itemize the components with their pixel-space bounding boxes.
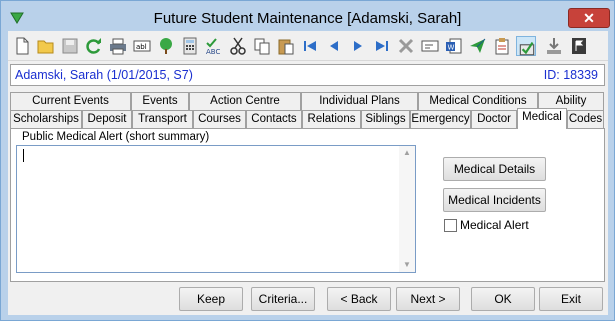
clipboard-icon[interactable] bbox=[492, 36, 512, 56]
label-icon[interactable]: abl bbox=[132, 36, 152, 56]
tab-deposit[interactable]: Deposit bbox=[82, 110, 132, 128]
tree-icon[interactable] bbox=[156, 36, 176, 56]
client-area: abl ABC W Adamski, Sarah (1/01/2015, S7)… bbox=[8, 31, 608, 315]
tab-row-bottom: Scholarships Deposit Transport Courses C… bbox=[10, 108, 605, 129]
svg-text:abl: abl bbox=[136, 43, 147, 51]
text-caret bbox=[23, 149, 24, 162]
medical-tab-panel: Public Medical Alert (short summary) ▲ ▼… bbox=[10, 128, 605, 282]
window-title: Future Student Maintenance [Adamski, Sar… bbox=[153, 10, 462, 27]
tab-relations[interactable]: Relations bbox=[302, 110, 361, 128]
exit-button[interactable]: Exit bbox=[539, 287, 603, 311]
next-record-icon[interactable] bbox=[348, 36, 368, 56]
student-name-line: Adamski, Sarah (1/01/2015, S7) bbox=[15, 68, 193, 82]
tab-courses[interactable]: Courses bbox=[193, 110, 246, 128]
print-icon[interactable] bbox=[108, 36, 128, 56]
open-folder-icon[interactable] bbox=[36, 36, 56, 56]
download-icon[interactable] bbox=[544, 36, 564, 56]
save-icon[interactable] bbox=[60, 36, 80, 56]
tab-action-centre[interactable]: Action Centre bbox=[189, 92, 301, 110]
tab-medical[interactable]: Medical bbox=[517, 108, 567, 129]
calculator-icon[interactable] bbox=[180, 36, 200, 56]
tab-emergency[interactable]: Emergency bbox=[410, 110, 471, 128]
keep-button[interactable]: Keep bbox=[179, 287, 243, 311]
word-document-icon[interactable]: W bbox=[444, 36, 464, 56]
svg-text:ABC: ABC bbox=[206, 48, 220, 56]
flag-icon[interactable] bbox=[569, 36, 589, 56]
ok-button[interactable]: OK bbox=[471, 287, 535, 311]
student-id: ID: 18339 bbox=[543, 68, 598, 82]
svg-text:W: W bbox=[448, 44, 455, 52]
tab-events[interactable]: Events bbox=[131, 92, 189, 110]
toolbar: abl ABC W bbox=[8, 31, 608, 61]
card-icon[interactable] bbox=[420, 36, 440, 56]
tab-doctor[interactable]: Doctor bbox=[471, 110, 517, 128]
tab-contacts[interactable]: Contacts bbox=[246, 110, 302, 128]
scroll-up-icon[interactable]: ▲ bbox=[399, 146, 415, 160]
copy-icon[interactable] bbox=[252, 36, 272, 56]
title-bar[interactable]: Future Student Maintenance [Adamski, Sar… bbox=[1, 1, 614, 35]
public-medical-alert-field[interactable]: ▲ ▼ bbox=[16, 145, 416, 273]
public-medical-alert-label: Public Medical Alert (short summary) bbox=[22, 131, 210, 143]
first-record-icon[interactable] bbox=[300, 36, 320, 56]
scroll-down-icon[interactable]: ▼ bbox=[399, 258, 415, 272]
tab-scholarships[interactable]: Scholarships bbox=[10, 110, 82, 128]
last-record-icon[interactable] bbox=[372, 36, 392, 56]
medical-alert-checkbox-label: Medical Alert bbox=[460, 218, 529, 232]
back-button[interactable]: < Back bbox=[327, 287, 391, 311]
medical-alert-checkbox[interactable] bbox=[444, 219, 457, 232]
tab-individual-plans[interactable]: Individual Plans bbox=[301, 92, 418, 110]
previous-record-icon[interactable] bbox=[324, 36, 344, 56]
spell-check-icon[interactable]: ABC bbox=[204, 36, 224, 56]
tab-current-events[interactable]: Current Events bbox=[10, 92, 131, 110]
paste-icon[interactable] bbox=[276, 36, 296, 56]
student-info-bar: Adamski, Sarah (1/01/2015, S7) ID: 18339 bbox=[10, 64, 605, 86]
criteria-button[interactable]: Criteria... bbox=[251, 287, 315, 311]
tab-codes[interactable]: Codes bbox=[567, 110, 604, 128]
edit-record-icon[interactable] bbox=[516, 36, 536, 56]
delete-icon[interactable] bbox=[396, 36, 416, 56]
refresh-icon[interactable] bbox=[84, 36, 104, 56]
medical-details-button[interactable]: Medical Details bbox=[443, 157, 546, 181]
alert-scrollbar[interactable]: ▲ ▼ bbox=[399, 146, 415, 272]
new-document-icon[interactable] bbox=[12, 36, 32, 56]
send-icon[interactable] bbox=[468, 36, 488, 56]
tab-transport[interactable]: Transport bbox=[132, 110, 193, 128]
next-button[interactable]: Next > bbox=[396, 287, 460, 311]
bottom-button-bar: Keep Criteria... < Back Next > OK Exit bbox=[8, 285, 608, 315]
cut-icon[interactable] bbox=[228, 36, 248, 56]
tab-row-top: Current Events Events Action Centre Indi… bbox=[10, 92, 605, 110]
medical-incidents-button[interactable]: Medical Incidents bbox=[443, 188, 546, 212]
future-student-window: Future Student Maintenance [Adamski, Sar… bbox=[0, 0, 615, 321]
close-window-button[interactable]: ✕ bbox=[568, 8, 610, 28]
tab-siblings[interactable]: Siblings bbox=[361, 110, 410, 128]
